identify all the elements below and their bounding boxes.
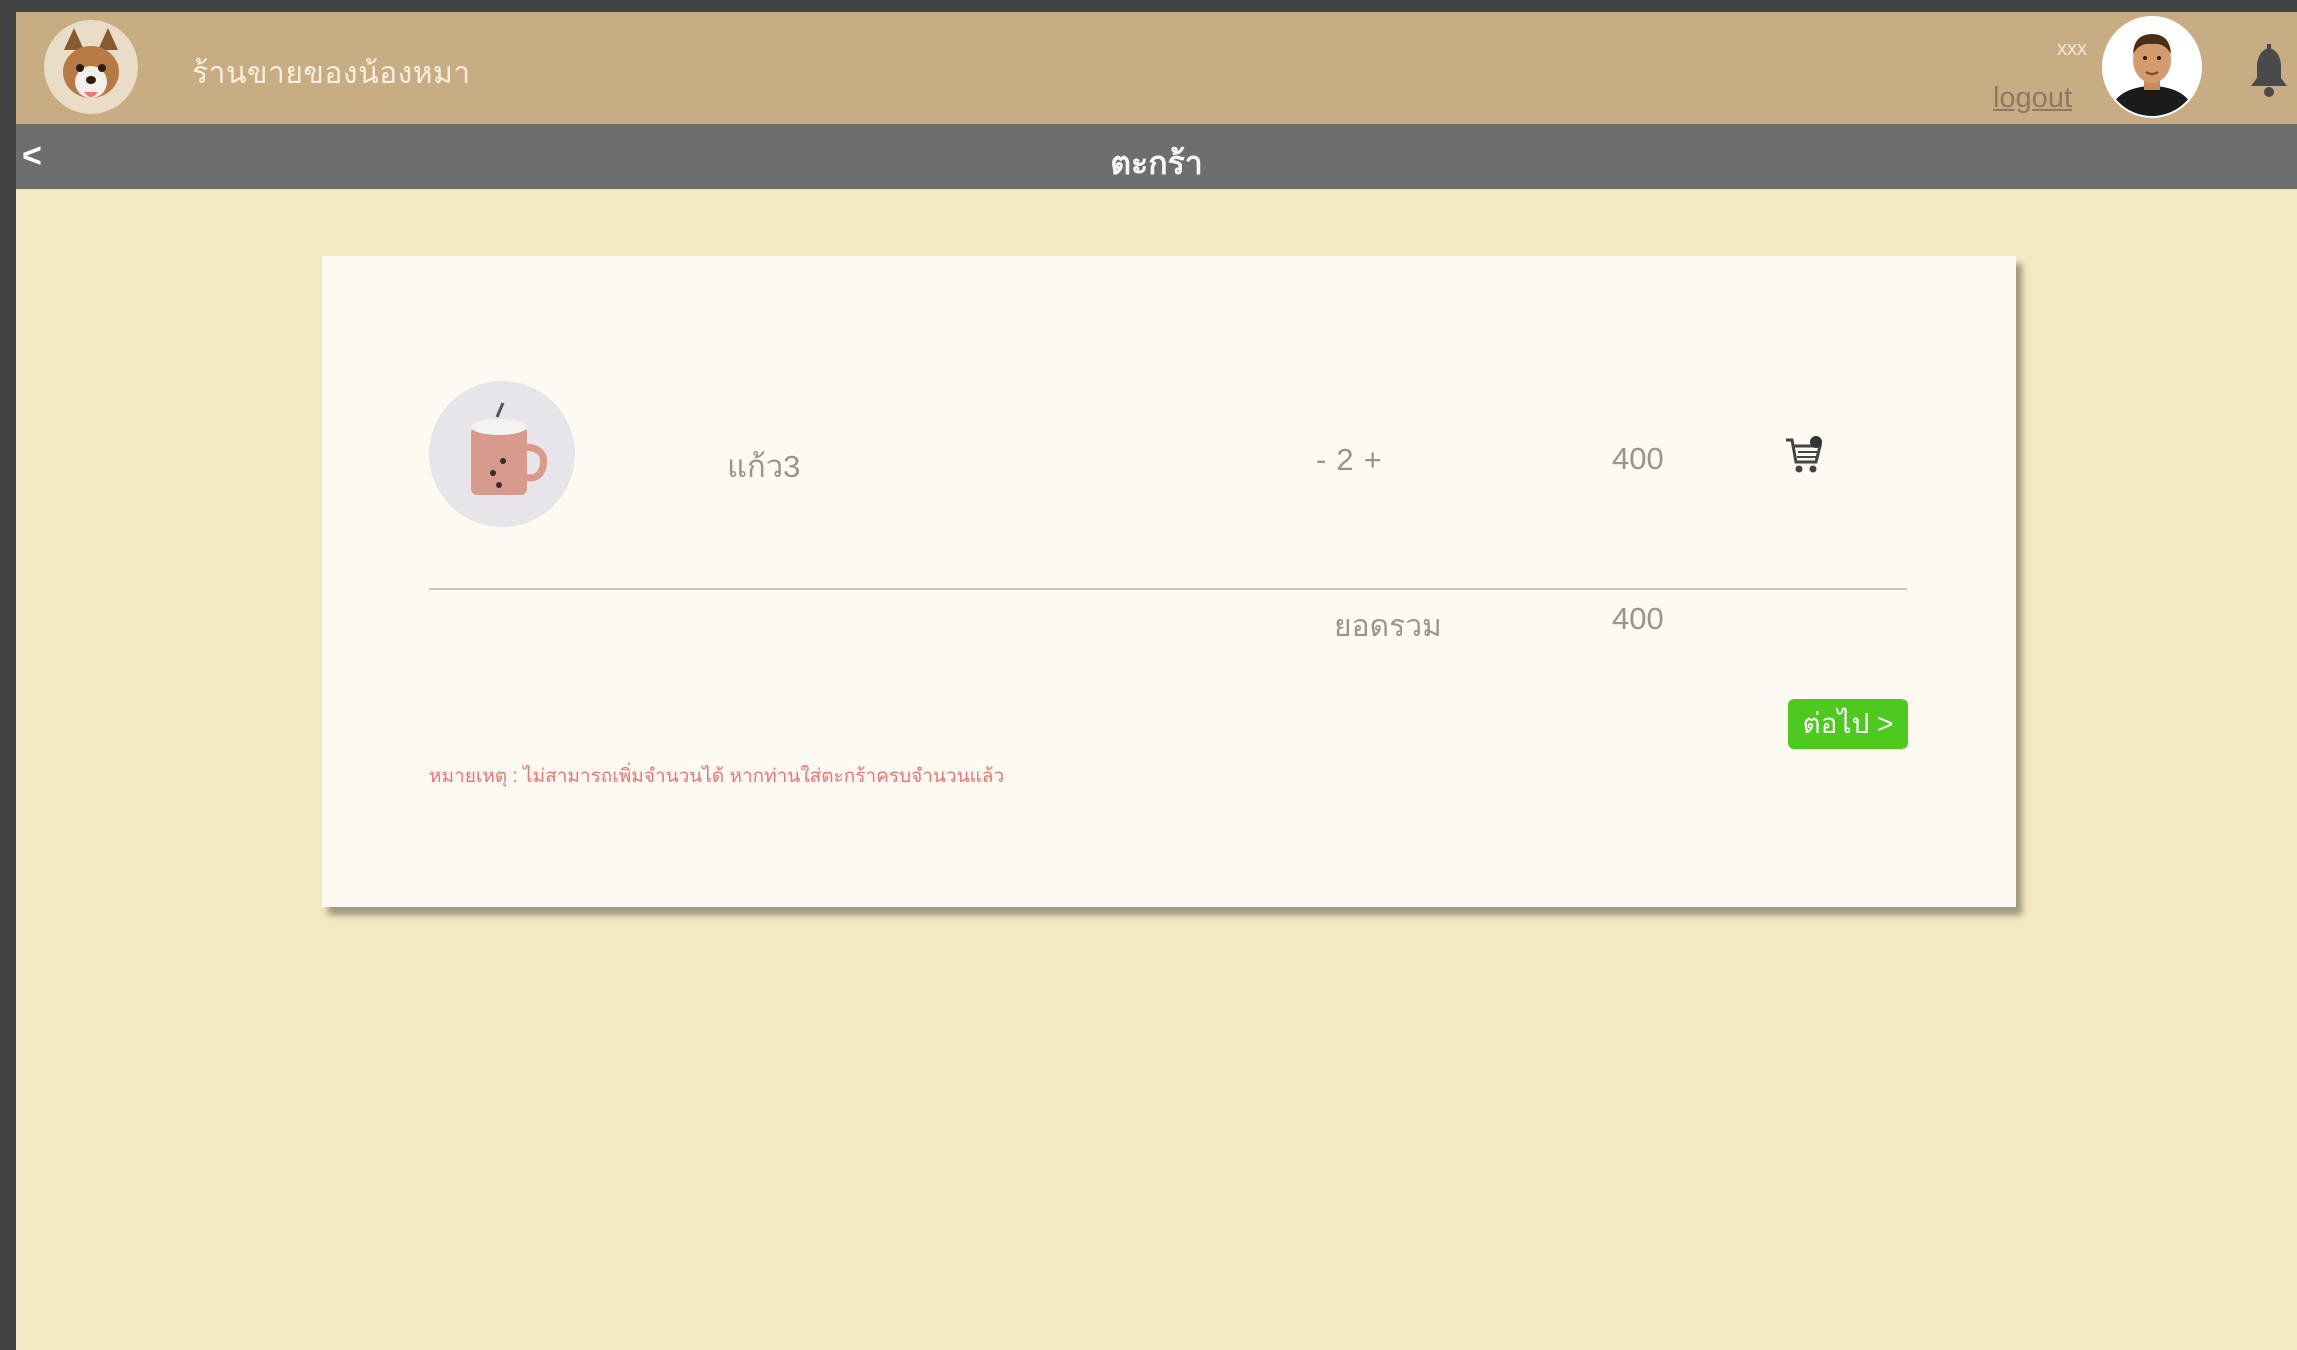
increase-quantity-button[interactable]: + xyxy=(1364,442,1382,478)
user-avatar[interactable] xyxy=(2102,16,2202,118)
page-title: ตะกร้า xyxy=(1110,145,1203,181)
shop-logo-dog-icon[interactable] xyxy=(44,20,138,114)
cart-note: หมายเหตุ : ไม่สามารถเพิ่มจำนวนได้ หากท่า… xyxy=(429,766,1005,787)
next-button[interactable]: ต่อไป > xyxy=(1788,699,1908,749)
total-value: 400 xyxy=(1612,601,1664,636)
app-window: ร้านขายของน้องหมา xxx logout < ตะกร้า แก… xyxy=(16,12,2297,1350)
divider xyxy=(429,588,1907,590)
total-label: ยอดรวม xyxy=(1334,610,1442,643)
decrease-quantity-button[interactable]: - xyxy=(1316,442,1326,478)
remove-from-cart-icon[interactable] xyxy=(1782,434,1826,478)
quantity-stepper: - 2 + xyxy=(1316,442,1382,478)
cart-item-name: แก้ว3 xyxy=(727,449,801,484)
product-image xyxy=(429,381,575,527)
notification-bell-icon[interactable] xyxy=(2249,42,2289,102)
username-label: xxx xyxy=(2057,38,2087,60)
quantity-value: 2 xyxy=(1336,442,1354,477)
cart-item-price: 400 xyxy=(1612,441,1664,476)
top-header: ร้านขายของน้องหมา xxx logout xyxy=(16,12,2297,124)
cart-card: แก้ว3 - 2 + 400 ยอดรวม 400 ต่อไป > หมายเ… xyxy=(322,256,2016,907)
logout-link[interactable]: logout xyxy=(1993,82,2072,115)
shop-name: ร้านขายของน้องหมา xyxy=(192,57,471,90)
page-title-bar: < ตะกร้า xyxy=(16,124,2297,189)
